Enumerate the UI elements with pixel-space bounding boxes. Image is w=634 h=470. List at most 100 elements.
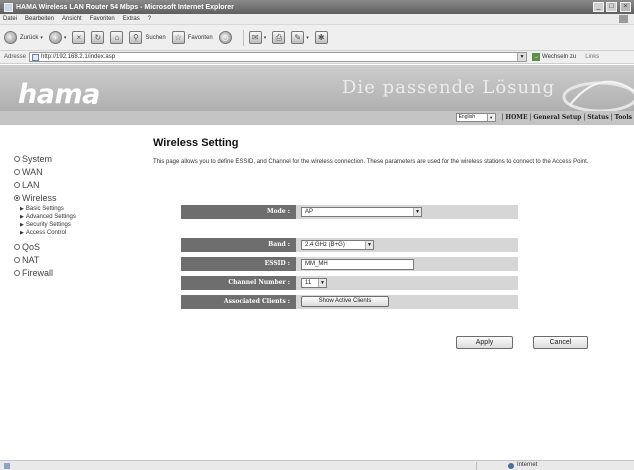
clients-label: Associated Clients : <box>181 295 296 309</box>
sidebar-item-system[interactable]: System <box>14 152 124 165</box>
sidebar-item-label: System <box>22 153 53 164</box>
stop-button[interactable]: × <box>72 31 86 44</box>
home-icon: ⌂ <box>110 31 124 44</box>
window-titlebar: HAMA Wireless LAN Router 54 Mbps - Micro… <box>0 0 634 14</box>
sidebar-item-label: QoS <box>22 241 41 252</box>
nav-tools[interactable]: Tools <box>615 114 632 121</box>
essid-label: ESSID : <box>181 257 296 271</box>
print-icon: ⎙ <box>272 31 286 44</box>
radio-icon <box>14 243 20 250</box>
submenu-basic-settings[interactable]: ▶ Basic Settings <box>20 205 124 213</box>
channel-label: Channel Number : <box>181 276 296 290</box>
logo-dot <box>92 100 96 104</box>
sidebar-item-qos[interactable]: QoS <box>14 240 124 253</box>
favorites-label: Favoriten <box>187 34 213 41</box>
menu-favoriten[interactable]: Favoriten <box>90 16 115 22</box>
search-button[interactable]: ⚲ Suchen <box>129 31 166 44</box>
hama-logo: hama <box>18 79 100 110</box>
triangle-right-icon: ▶ <box>20 214 24 220</box>
radio-icon <box>14 155 20 162</box>
back-icon: ‹ <box>4 31 17 44</box>
submenu-label: Basic Settings <box>25 206 64 212</box>
forward-button[interactable]: › ▾ <box>48 31 67 44</box>
home-button[interactable]: ⌂ <box>110 31 124 44</box>
submenu-label: Access Control <box>25 230 67 236</box>
language-value: English <box>458 114 475 120</box>
chevron-down-icon[interactable]: ▾ <box>40 35 43 41</box>
chevron-down-icon[interactable]: ▾ <box>306 35 309 41</box>
window-title: HAMA Wireless LAN Router 54 Mbps - Micro… <box>16 3 234 11</box>
submenu-advanced-settings[interactable]: ▶ Advanced Settings <box>20 213 124 221</box>
chevron-down-icon[interactable]: ▾ <box>64 35 67 41</box>
security-zone: Internet <box>517 462 538 468</box>
history-button[interactable]: ◷ <box>218 31 232 44</box>
submenu-security-settings[interactable]: ▶ Security Settings <box>20 221 124 229</box>
nav-separator: | <box>501 114 504 121</box>
cancel-button[interactable]: Cancel <box>533 336 588 349</box>
sidebar-item-label: Firewall <box>22 267 54 278</box>
essid-input[interactable]: MM_MH <box>301 259 414 270</box>
submenu-access-control[interactable]: ▶ Access Control <box>20 229 124 237</box>
menu-bar: Datei Bearbeiten Ansicht Favoriten Extra… <box>0 14 634 25</box>
mode-row: Mode : AP ▼ <box>181 205 518 219</box>
nav-general-setup[interactable]: General Setup <box>533 114 581 121</box>
address-label: Adresse <box>4 54 27 60</box>
chevron-down-icon: ▼ <box>413 208 421 216</box>
print-button[interactable]: ⎙ <box>272 31 286 44</box>
mode-select[interactable]: AP ▼ <box>301 207 422 217</box>
wireless-submenu: ▶ Basic Settings ▶ Advanced Settings ▶ S… <box>20 205 124 237</box>
menu-ansicht[interactable]: Ansicht <box>62 16 82 22</box>
channel-row: Channel Number : 11 ▼ <box>181 276 518 290</box>
history-icon: ◷ <box>218 31 232 44</box>
mail-button[interactable]: ✉ ▾ <box>248 31 267 44</box>
mode-value: AP <box>305 209 314 215</box>
submenu-label: Security Settings <box>25 222 71 228</box>
menu-bearbeiten[interactable]: Bearbeiten <box>25 16 54 22</box>
menu-extras[interactable]: Extras <box>123 16 140 22</box>
go-arrow-icon: → <box>532 53 541 61</box>
go-button[interactable]: → Wechseln zu <box>532 53 576 61</box>
search-label: Suchen <box>145 34 166 41</box>
clients-row: Associated Clients : Show Active Clients <box>181 295 518 309</box>
apply-button[interactable]: Apply <box>456 336 513 349</box>
links-button[interactable]: Links <box>585 54 599 60</box>
address-input[interactable]: http://192.168.2.1/index.asp ▼ <box>29 52 528 62</box>
close-button[interactable]: × <box>620 2 631 12</box>
messenger-button[interactable]: ✱ <box>314 31 328 44</box>
nav-home[interactable]: HOME <box>505 114 527 121</box>
essid-row: ESSID : MM_MH <box>181 257 518 271</box>
back-button[interactable]: ‹ Zurück ▾ <box>4 31 43 44</box>
triangle-right-icon: ▶ <box>20 206 24 212</box>
minimize-button[interactable]: _ <box>593 2 604 12</box>
sidebar-item-label: NAT <box>22 254 40 265</box>
radio-icon <box>14 181 20 188</box>
channel-select[interactable]: 11 ▼ <box>301 278 327 288</box>
chevron-down-icon[interactable]: ▾ <box>264 35 267 41</box>
show-active-clients-button[interactable]: Show Active Clients <box>301 296 389 307</box>
nav-status[interactable]: Status <box>587 114 609 121</box>
ie-app-icon <box>4 2 13 12</box>
sidebar-item-label: WAN <box>22 166 43 177</box>
band-select[interactable]: 2.4 GHz (B+G) ▼ <box>301 240 374 250</box>
windows-logo-icon <box>619 15 628 23</box>
sidebar-item-nat[interactable]: NAT <box>14 253 124 266</box>
refresh-button[interactable]: ↻ <box>91 31 105 44</box>
mail-icon: ✉ <box>248 31 262 44</box>
sidebar-item-wireless[interactable]: Wireless <box>14 191 124 204</box>
band-label: Band : <box>181 238 296 252</box>
page-icon <box>32 53 40 61</box>
edit-button[interactable]: ✎ ▾ <box>291 31 309 44</box>
favorites-button[interactable]: ☆ Favoriten <box>171 31 213 44</box>
sidebar-item-lan[interactable]: LAN <box>14 178 124 191</box>
sidebar-item-firewall[interactable]: Firewall <box>14 266 124 279</box>
sidebar-item-label: LAN <box>22 179 40 190</box>
maximize-button[interactable]: □ <box>606 2 617 12</box>
chevron-down-icon[interactable]: ▼ <box>517 53 527 61</box>
menu-help[interactable]: ? <box>148 16 151 22</box>
top-nav: English ▼ | HOME | General Setup | Statu… <box>455 113 632 122</box>
menu-datei[interactable]: Datei <box>3 16 17 22</box>
language-select[interactable]: English ▼ <box>455 113 496 122</box>
sidebar-item-wan[interactable]: WAN <box>14 165 124 178</box>
sidebar-item-label: Wireless <box>22 192 57 203</box>
nav-separator: | <box>583 114 586 121</box>
